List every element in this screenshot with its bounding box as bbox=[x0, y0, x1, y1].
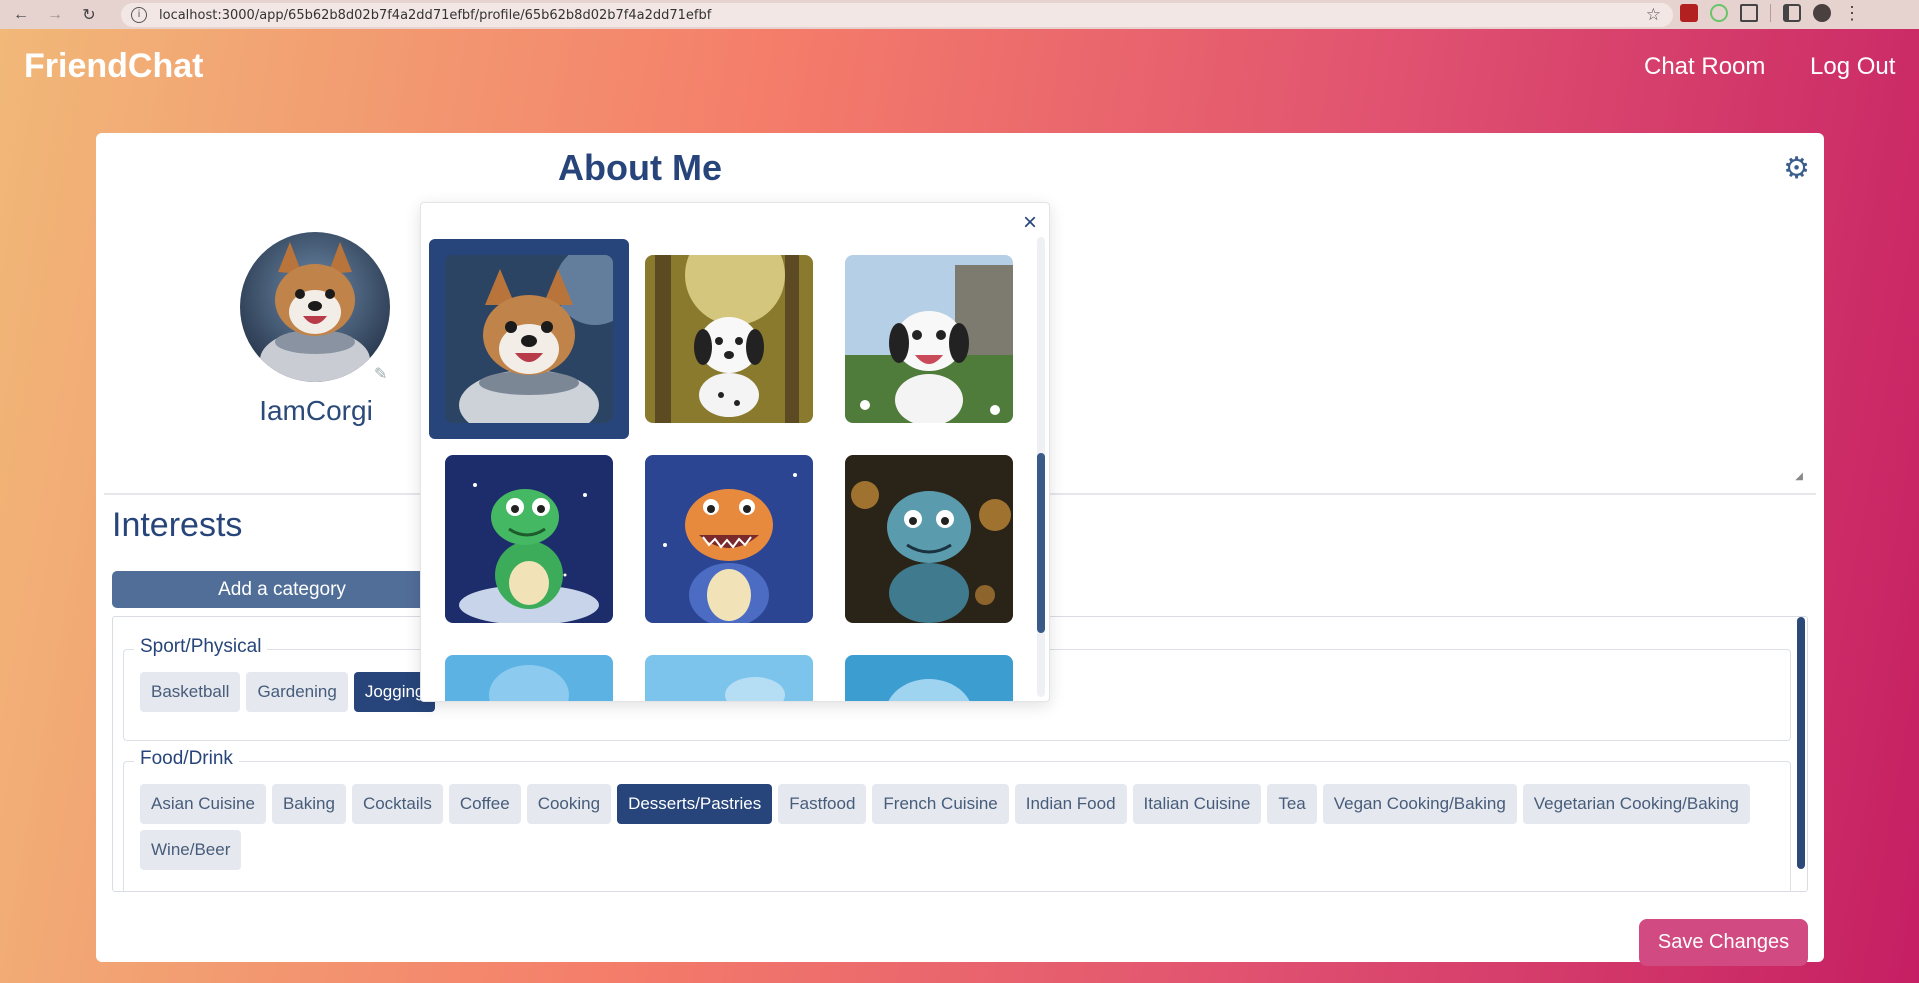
interests-title: Interests bbox=[112, 506, 243, 544]
add-category-button[interactable]: Add a category bbox=[112, 571, 452, 608]
underwater-image bbox=[445, 655, 613, 701]
category-title: Food/Drink bbox=[134, 748, 239, 770]
extension-icon[interactable] bbox=[1680, 4, 1698, 22]
interest-chip[interactable]: Fastfood bbox=[778, 784, 867, 824]
interest-chip[interactable]: Vegan Cooking/Baking bbox=[1322, 784, 1517, 824]
interest-chip[interactable]: Coffee bbox=[448, 784, 521, 824]
corgi-astronaut-image bbox=[445, 255, 613, 423]
category-title: Sport/Physical bbox=[134, 636, 268, 658]
url-text[interactable]: localhost:3000/app/65b62b8d02b7f4a2dd71e… bbox=[159, 8, 711, 23]
extensions-area: ⋮ bbox=[1680, 4, 1861, 22]
nav-log-out[interactable]: Log Out bbox=[1810, 53, 1895, 81]
green-dino-space-image bbox=[445, 455, 613, 623]
interest-chip[interactable]: Desserts/Pastries bbox=[617, 784, 773, 824]
interest-chip[interactable]: French Cuisine bbox=[872, 784, 1009, 824]
interest-chip[interactable]: Tea bbox=[1267, 784, 1317, 824]
dalmatian-forest-image bbox=[645, 255, 813, 423]
interest-chip[interactable]: Cocktails bbox=[351, 784, 443, 824]
nav-chat-room[interactable]: Chat Room bbox=[1644, 53, 1765, 81]
interest-chip[interactable]: Basketball bbox=[140, 672, 241, 712]
avatar-option[interactable] bbox=[829, 639, 1029, 701]
underwater-image bbox=[645, 655, 813, 701]
avatar-option[interactable] bbox=[629, 439, 829, 639]
extension-icon[interactable] bbox=[1710, 4, 1728, 22]
extensions-puzzle-icon[interactable] bbox=[1740, 4, 1758, 22]
avatar[interactable] bbox=[240, 232, 390, 382]
interest-chip[interactable]: Asian Cuisine bbox=[140, 784, 266, 824]
category-food-drink: Food/Drink Asian Cuisine Baking Cocktails C… bbox=[123, 748, 1791, 891]
forward-icon[interactable]: → bbox=[42, 2, 68, 28]
reload-icon[interactable]: ↻ bbox=[76, 2, 102, 28]
interest-chip[interactable]: Wine/Beer bbox=[140, 830, 242, 870]
close-icon[interactable]: × bbox=[1023, 209, 1037, 237]
avatar-option[interactable] bbox=[829, 239, 1029, 439]
textarea-resize-handle[interactable]: ◢ bbox=[1795, 471, 1803, 482]
avatar-option[interactable] bbox=[829, 439, 1029, 639]
interests-scrollbar[interactable] bbox=[1797, 617, 1805, 869]
about-me-textarea[interactable] bbox=[1046, 233, 1796, 385]
teal-dino-lights-image bbox=[845, 455, 1013, 623]
orange-dino-space-image bbox=[645, 455, 813, 623]
about-me-title: About Me bbox=[558, 147, 722, 188]
edit-avatar-icon[interactable]: ✎ bbox=[374, 364, 387, 384]
avatar-option[interactable] bbox=[429, 239, 629, 439]
avatar-option[interactable] bbox=[429, 639, 629, 701]
back-icon[interactable]: ← bbox=[8, 2, 34, 28]
interest-chip[interactable]: Italian Cuisine bbox=[1132, 784, 1262, 824]
avatar-option[interactable] bbox=[429, 439, 629, 639]
underwater-image bbox=[845, 655, 1013, 701]
corgi-avatar-image bbox=[240, 232, 390, 382]
toolbar-divider bbox=[1770, 4, 1771, 22]
side-panel-icon[interactable] bbox=[1783, 4, 1801, 22]
avatar-option[interactable] bbox=[629, 639, 829, 701]
picker-scrollbar[interactable] bbox=[1037, 453, 1045, 633]
username: IamCorgi bbox=[259, 395, 373, 426]
address-bar[interactable]: i localhost:3000/app/65b62b8d02b7f4a2dd7… bbox=[121, 3, 1673, 27]
interest-chip[interactable]: Gardening bbox=[246, 672, 348, 712]
app-logo[interactable]: FriendChat bbox=[24, 47, 203, 86]
avatar-option[interactable] bbox=[629, 239, 829, 439]
interest-chip[interactable]: Cooking bbox=[526, 784, 612, 824]
interest-chip[interactable]: Indian Food bbox=[1014, 784, 1127, 824]
site-info-icon[interactable]: i bbox=[131, 7, 147, 23]
interest-chips: Asian Cuisine Baking Cocktails Coffee Cookin… bbox=[140, 784, 1774, 870]
save-changes-button[interactable]: Save Changes bbox=[1639, 919, 1808, 966]
avatar-picker-modal: × bbox=[420, 202, 1050, 702]
bookmark-star-icon[interactable]: ☆ bbox=[1646, 5, 1661, 25]
dalmatian-garden-image bbox=[845, 255, 1013, 423]
settings-gears-icon[interactable]: ⚙ bbox=[1783, 151, 1810, 186]
browser-toolbar: ← → ↻ i localhost:3000/app/65b62b8d02b7f… bbox=[0, 0, 1919, 29]
browser-profile-avatar[interactable] bbox=[1813, 4, 1831, 22]
interest-chip[interactable]: Vegetarian Cooking/Baking bbox=[1522, 784, 1750, 824]
kebab-menu-icon[interactable]: ⋮ bbox=[1843, 4, 1861, 22]
interest-chip[interactable]: Baking bbox=[271, 784, 346, 824]
